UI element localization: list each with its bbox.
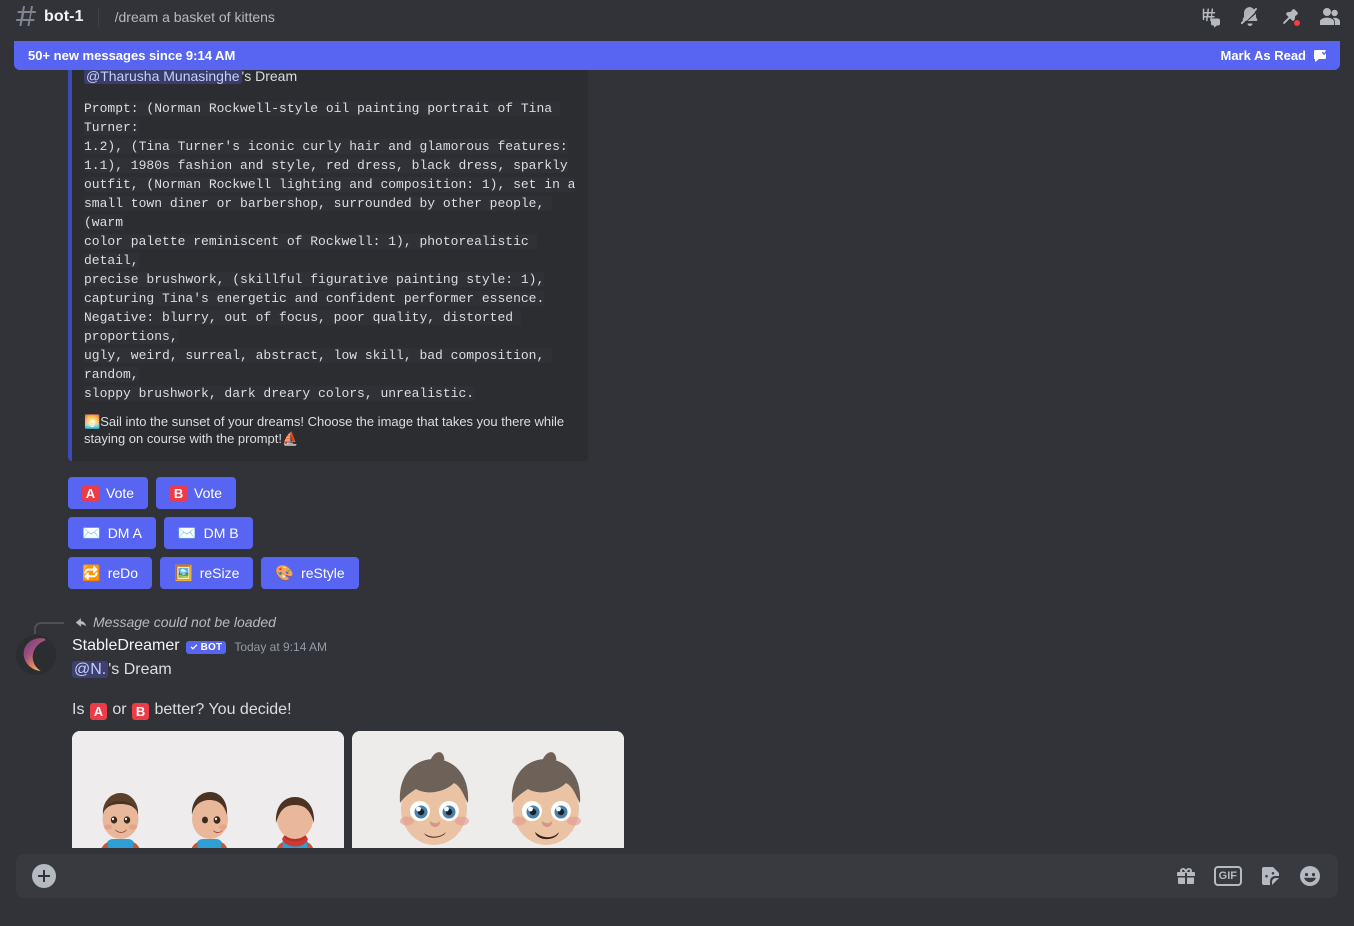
attachment-image-b[interactable] [352,731,624,848]
composer-area: GIF [0,848,1354,926]
user-mention[interactable]: @N. [72,661,109,678]
dm-a-label: DM A [107,525,142,541]
message-dream-line: @N.'s Dream [72,659,1354,680]
composer-icon-group: GIF [1174,864,1322,888]
new-messages-text: 50+ new messages since 9:14 AM [28,48,236,63]
channel-name: bot-1 [44,7,84,25]
badge-b-icon: B [170,484,188,502]
prompt-line: 1.1), 1980s fashion and style, red dress… [84,158,568,173]
message-dream-suffix: 's Dream [108,661,172,678]
embed-author-suffix: 's Dream [241,68,298,84]
action-row-modify: 🔁 reDo 🖼️ reSize 🎨 reStyle [68,557,1354,589]
badge-a-icon: A [82,484,99,502]
pinned-messages-icon[interactable] [1278,5,1302,29]
ask-middle: or [112,701,127,718]
embed-author-mention[interactable]: @Tharusha Munasinghe [84,68,242,84]
message-timestamp: Today at 9:14 AM [234,640,328,654]
prompt-line: outfit, (Norman Rockwell lighting and co… [84,177,576,192]
sticker-icon[interactable] [1258,864,1282,888]
hash-icon [14,5,38,29]
notification-muted-icon[interactable] [1238,5,1262,29]
message-scroller[interactable]: @Tharusha Munasinghe's Dream Prompt: (No… [0,33,1354,848]
emoji-icon[interactable] [1298,864,1322,888]
pinned-unread-dot [1293,18,1301,27]
prompt-line: color palette reminiscent of Rockwell: 1… [84,234,537,268]
threads-icon[interactable] [1198,5,1222,29]
dm-b-button[interactable]: ✉️ DM B [163,517,253,549]
members-icon[interactable] [1318,5,1342,29]
prompt-line: small town diner or barbershop, surround… [84,196,553,230]
gift-icon[interactable] [1174,864,1198,888]
add-attachment-icon[interactable] [32,864,56,888]
mark-as-read-label: Mark As Read [1220,48,1307,63]
prompt-line: Prompt: (Norman Rockwell-style oil paint… [84,101,560,135]
prompt-line: capturing Tina's energetic and confident… [84,291,545,306]
artist-palette-icon: 🎨 [275,564,295,582]
attachment-image-a[interactable] [72,731,344,848]
dm-b-label: DM B [203,525,239,541]
vote-a-label: Vote [106,485,135,501]
mark-read-check-icon [1312,48,1328,64]
reply-arrow-icon [72,615,87,630]
message: StableDreamer BOT Today at 9:14 AM @N.'s… [16,635,1354,848]
redo-button[interactable]: 🔁 reDo [68,557,153,589]
vote-a-button[interactable]: A Vote [68,477,149,509]
message-group: Message could not be loaded StableDreame… [0,611,1354,848]
vote-b-button[interactable]: B Vote [156,477,237,509]
header-divider [97,6,99,27]
badge-b-icon: B [132,703,150,720]
action-button-rows: A Vote B Vote ✉️ DM A ✉️ DM B 🔁 reDo 🖼️ … [68,477,1354,589]
prompt-line: 1.2), (Tina Turner's iconic curly hair a… [84,139,568,154]
channel-header: bot-1 /dream a basket of kittens [0,0,1354,33]
new-messages-banner[interactable]: 50+ new messages since 9:14 AM Mark As R… [14,41,1340,70]
embed-footer-text: Sail into the sunset of your dreams! Cho… [84,414,565,446]
framed-picture-icon: 🖼️ [174,564,193,582]
channel-topic: /dream a basket of kittens [114,8,275,25]
message-composer[interactable]: GIF [16,854,1338,898]
ask-prefix: Is [72,701,85,718]
resize-label: reSize [199,565,240,581]
badge-a-icon: A [89,703,107,720]
verified-check-icon [190,644,198,650]
dream-embed: @Tharusha Munasinghe's Dream Prompt: (No… [68,59,588,461]
action-row-dm: ✉️ DM A ✉️ DM B [68,517,1354,549]
redo-label: reDo [107,565,139,581]
message-input[interactable] [56,867,1174,885]
envelope-icon: ✉️ [82,524,101,542]
message-body: StableDreamer BOT Today at 9:14 AM @N.'s… [72,635,1354,848]
sunrise-emoji: 🌅 [84,414,101,429]
prompt-line: ugly, weird, surreal, abstract, low skil… [84,348,553,382]
prompt-line: precise brushwork, (skillful figurative … [84,272,545,287]
gif-icon[interactable]: GIF [1213,866,1242,886]
envelope-icon: ✉️ [177,524,197,542]
sailboat-emoji: ⛵ [282,431,299,446]
prompt-line: sloppy brushwork, dark dreary colors, un… [84,386,475,401]
prompt-line: Negative: blurry, out of focus, poor qua… [84,310,521,344]
repeat-icon: 🔁 [82,564,101,582]
attachment-list [72,731,1354,848]
vote-b-label: Vote [194,485,223,501]
reply-spine [34,622,64,634]
bot-badge: BOT [185,640,227,654]
bot-badge-label: BOT [200,641,223,653]
action-row-vote: A Vote B Vote [68,477,1354,509]
mark-as-read-button[interactable]: Mark As Read [1221,48,1329,64]
reply-unavailable-text: Message could not be loaded [93,614,276,630]
resize-button[interactable]: 🖼️ reSize [160,557,254,589]
message-header: StableDreamer BOT Today at 9:14 AM [72,635,1354,657]
restyle-button[interactable]: 🎨 reStyle [261,557,359,589]
embed-footer: 🌅Sail into the sunset of your dreams! Ch… [84,413,576,447]
message-ask-line: Is A or B better? You decide! [72,699,1354,721]
message-author[interactable]: StableDreamer [72,637,180,655]
dm-a-button[interactable]: ✉️ DM A [68,517,156,549]
embed-prompt-block: Prompt: (Norman Rockwell-style oil paint… [84,99,576,403]
reply-context[interactable]: Message could not be loaded [34,611,1354,634]
header-icon-group [1198,5,1342,29]
ask-suffix: better? You decide! [154,701,292,718]
avatar[interactable] [16,635,56,675]
restyle-label: reStyle [301,565,345,581]
